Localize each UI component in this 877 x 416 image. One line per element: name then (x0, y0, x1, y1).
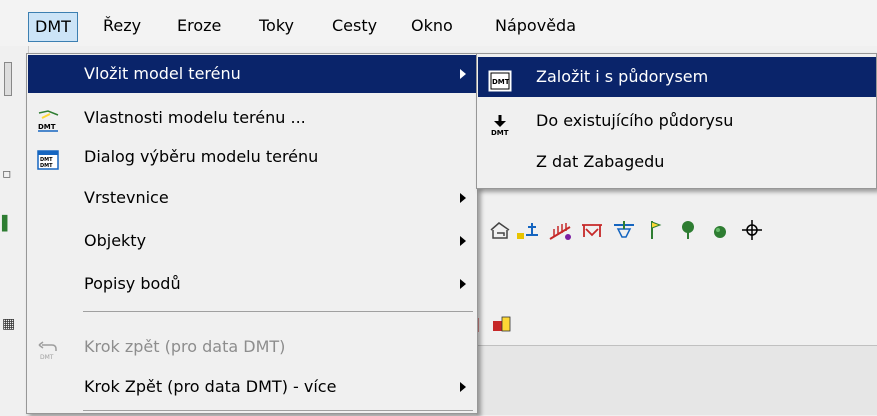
submenu-item-do-existujiciho[interactable]: DMT Do existujícího půdorysu (478, 101, 876, 141)
menu-item-label: Dialog výběru modelu terénu (84, 147, 319, 166)
dmt-icon-text: DMT (40, 354, 54, 361)
drain-icon[interactable] (612, 218, 636, 242)
label-tool-icon[interactable] (490, 312, 514, 336)
undo-dmt-icon: DMT (36, 337, 58, 361)
dmt-dropdown-menu: Vložit model terénu DMT Vlastnosti model… (26, 53, 478, 414)
elevation-mark-icon[interactable] (516, 218, 540, 242)
bridge-icon[interactable] (580, 218, 604, 242)
menu-okno[interactable]: Okno (405, 12, 459, 42)
dmt-icon-text: DMT (40, 163, 53, 169)
vlozit-model-submenu: DMT Založit i s půdorysem DMT Do existuj… (476, 53, 877, 189)
menu-rezy[interactable]: Řezy (97, 12, 147, 42)
dmt-select-dialog-icon: DMT DMT (36, 147, 59, 170)
menu-dmt[interactable]: DMT (28, 12, 78, 42)
survey-point-icon[interactable] (740, 218, 764, 242)
menu-item-vrstevnice[interactable]: Vrstevnice (28, 179, 476, 217)
submenu-item-zalozit[interactable]: DMT Založit i s půdorysem (478, 57, 876, 97)
submenu-arrow-icon (460, 236, 466, 246)
bush-icon[interactable] (708, 218, 732, 242)
submenu-arrow-icon (460, 193, 466, 203)
menu-item-popisy-bodu[interactable]: Popisy bodů (28, 265, 476, 303)
menu-cesty[interactable]: Cesty (326, 12, 383, 42)
menu-item-label: Vrstevnice (84, 188, 169, 207)
dmt-properties-icon: DMT (36, 108, 59, 132)
submenu-item-z-dat-zabagedu[interactable]: Z dat Zabagedu (478, 142, 876, 182)
menu-item-label: Objekty (84, 231, 147, 250)
submenu-arrow-icon (460, 69, 466, 79)
menu-item-vlastnosti[interactable]: DMT Vlastnosti modelu terénu ... (28, 99, 476, 137)
dmt-icon-text: DMT (38, 123, 56, 131)
menu-toky[interactable]: Toky (253, 12, 300, 42)
submenu-item-label: Založit i s půdorysem (536, 67, 709, 86)
submenu-arrow-icon (460, 382, 466, 392)
flag-icon[interactable] (644, 218, 668, 242)
menu-item-label: Vložit model terénu (84, 64, 241, 83)
section-profile-icon[interactable] (488, 218, 512, 242)
dmt-icon-text: DMT (491, 129, 509, 136)
toolbar-green-icon[interactable]: ▌ (2, 216, 22, 236)
menu-item-label: Vlastnosti modelu terénu ... (84, 108, 306, 127)
menu-item-krok-zpet[interactable]: DMT Krok zpět (pro data DMT) (28, 328, 476, 366)
submenu-arrow-icon (460, 279, 466, 289)
submenu-item-label: Z dat Zabagedu (536, 152, 665, 171)
toolbar-grip-icon (4, 62, 12, 96)
submenu-item-label: Do existujícího půdorysu (536, 111, 734, 130)
menu-item-label: Popisy bodů (84, 274, 181, 293)
menu-item-vlozit-model[interactable]: Vložit model terénu (28, 55, 476, 93)
toolbar-tool-icon[interactable]: ▫ (2, 166, 22, 186)
dmt-icon-text: DMT (492, 78, 510, 86)
tree-icon[interactable] (676, 218, 700, 242)
menu-napoveda[interactable]: Nápověda (489, 12, 582, 42)
menu-item-label: Krok Zpět (pro data DMT) - více (84, 377, 337, 396)
dmt-insert-icon: DMT (488, 111, 512, 137)
erosion-slope-icon[interactable] (548, 218, 572, 242)
menu-item-label: Krok zpět (pro data DMT) (84, 337, 286, 356)
menu-bar: DMT Řezy Eroze Toky Cesty Okno Nápověda (0, 0, 877, 46)
toolbar-grid-icon[interactable]: ▦ (2, 316, 22, 336)
menu-item-objekty[interactable]: Objekty (28, 222, 476, 260)
menu-separator (83, 311, 473, 312)
menu-item-krok-zpet-vice[interactable]: Krok Zpět (pro data DMT) - více (28, 368, 476, 406)
dmt-create-icon: DMT (488, 67, 512, 92)
menu-separator (83, 410, 473, 411)
menu-item-dialog-vyberu[interactable]: DMT DMT Dialog výběru modelu terénu (28, 138, 476, 176)
left-toolbar: ▫ ▌ ▦ (0, 46, 29, 414)
menu-eroze[interactable]: Eroze (171, 12, 227, 42)
drawing-area (476, 345, 877, 415)
